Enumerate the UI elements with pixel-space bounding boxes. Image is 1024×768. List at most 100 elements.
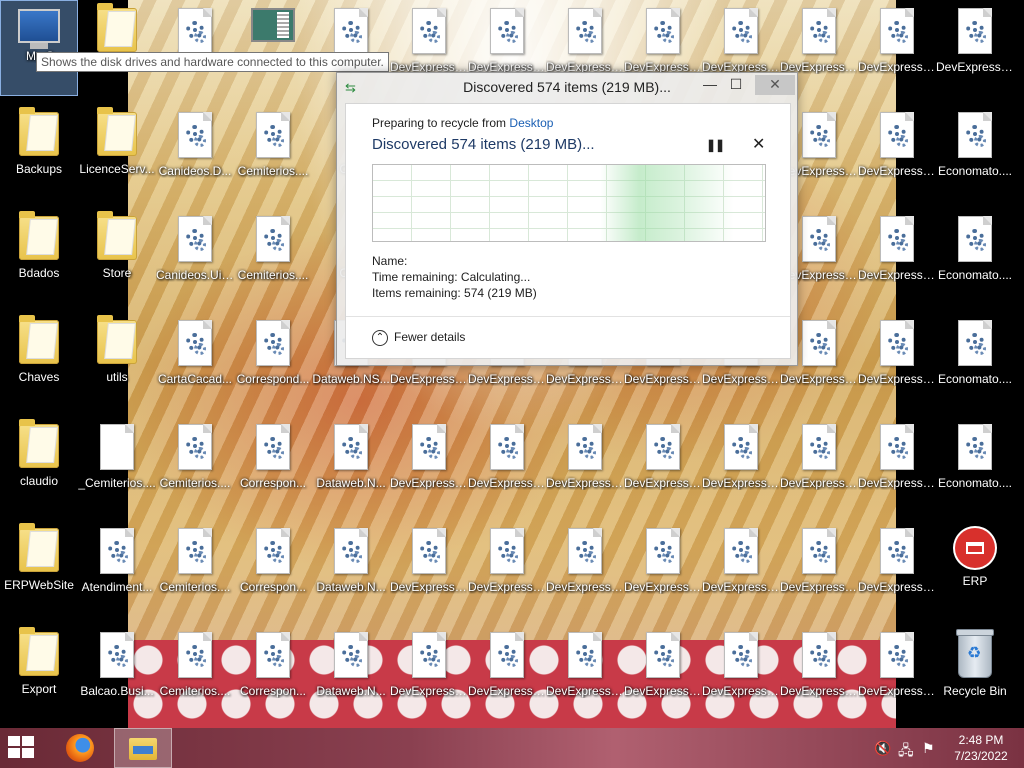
gear-icon <box>974 343 986 355</box>
desktop-icon[interactable]: DevExpress.... <box>858 416 936 512</box>
desktop-icon[interactable]: Atendiment... <box>78 520 156 616</box>
desktop-icon[interactable]: DevExpress.... <box>780 416 858 512</box>
file-explorer-taskbar-button[interactable] <box>114 728 172 768</box>
desktop-icon[interactable]: Canideos.Ui.... <box>156 208 234 304</box>
gear-icon <box>194 343 206 355</box>
desktop-icon[interactable]: DevExpress.... <box>390 520 468 616</box>
desktop-icon[interactable]: Dataweb.N... <box>312 416 390 512</box>
gear-icon <box>740 655 752 667</box>
desktop-icon[interactable] <box>78 0 156 96</box>
desktop-icon[interactable]: DevExpress.... <box>702 520 780 616</box>
recycle-progress-dialog[interactable]: ⇆ Discovered 574 items (219 MB)... — ☐ ✕… <box>336 72 798 366</box>
desktop-icon[interactable]: Chaves <box>0 312 78 408</box>
volume-muted-icon[interactable]: 🔇 <box>874 740 891 757</box>
desktop-icon[interactable]: DevExpress.... <box>468 624 546 720</box>
desktop-icon[interactable]: DevExpress.... <box>936 0 1014 96</box>
desktop-icon[interactable]: My C <box>0 0 78 96</box>
desktop-icon[interactable]: utils <box>78 312 156 408</box>
start-button[interactable] <box>8 736 38 760</box>
desktop-icon-label: DevExpress.... <box>468 476 546 490</box>
desktop-icon[interactable]: DevExpress.... <box>858 208 936 304</box>
desktop-icon[interactable]: DevExpress.... <box>780 624 858 720</box>
pause-button[interactable]: ❚❚ <box>706 138 725 152</box>
fewer-details-button[interactable]: ⌃ Fewer details <box>372 330 465 346</box>
gear-icon <box>116 655 128 667</box>
firefox-taskbar-button[interactable] <box>62 732 98 764</box>
maximize-button[interactable]: ☐ <box>723 75 749 95</box>
desktop-icon[interactable]: claudio <box>0 416 78 512</box>
action-center-flag-icon[interactable]: ⚑ <box>922 740 935 757</box>
folder-icon <box>19 211 59 260</box>
desktop-icon[interactable]: Correspond... <box>234 312 312 408</box>
close-button[interactable]: ✕ <box>755 75 795 95</box>
desktop-icon[interactable]: CartaCacad... <box>156 312 234 408</box>
desktop-icon[interactable]: Correspon... <box>234 520 312 616</box>
desktop-icon[interactable]: Economato.... <box>936 416 1014 512</box>
config-file-icon <box>256 320 290 366</box>
desktop-icon[interactable]: Economato.... <box>936 208 1014 304</box>
desktop-icon[interactable]: DevExpress.... <box>468 416 546 512</box>
desktop-icon[interactable]: DevExpress.... <box>624 624 702 720</box>
gear-icon <box>194 655 206 667</box>
desktop[interactable]: My CDevExpress....DevExpress....DevExpre… <box>0 0 1024 728</box>
desktop-icon[interactable]: Correspon... <box>234 624 312 720</box>
desktop-icon[interactable]: Export <box>0 624 78 720</box>
desktop-icon[interactable]: DevExpress.... <box>858 520 936 616</box>
minimize-button[interactable]: — <box>697 75 723 95</box>
desktop-icon[interactable]: DevExpress.... <box>858 312 936 408</box>
desktop-icon[interactable]: LicenceServ... <box>78 104 156 200</box>
desktop-icon[interactable]: Correspon... <box>234 416 312 512</box>
desktop-icon[interactable]: _Cemiterios.... <box>78 416 156 512</box>
clock[interactable]: 2:48 PM 7/23/2022 <box>946 732 1016 764</box>
desktop-icon-label: DevExpress.... <box>858 476 936 490</box>
desktop-icon-label: Atendiment... <box>81 580 153 594</box>
desktop-icon[interactable]: Cemiterios.... <box>234 104 312 200</box>
config-file-icon <box>256 632 290 678</box>
desktop-icon[interactable]: Cemiterios.... <box>156 520 234 616</box>
config-file-icon <box>880 216 914 262</box>
desktop-icon[interactable]: DevExpress.... <box>780 520 858 616</box>
desktop-icon[interactable] <box>156 0 234 96</box>
gear-icon <box>818 343 830 355</box>
desktop-icon[interactable]: Dataweb.N... <box>312 520 390 616</box>
erp-icon <box>955 528 995 568</box>
desktop-icon[interactable]: Balcao.Busi... <box>78 624 156 720</box>
desktop-icon[interactable]: Store <box>78 208 156 304</box>
desktop-icon[interactable]: DevExpress.... <box>468 520 546 616</box>
desktop-icon[interactable]: DevExpress.... <box>858 0 936 96</box>
desktop-icon[interactable]: Cemiterios.... <box>234 208 312 304</box>
desktop-icon[interactable]: DevExpress.... <box>546 416 624 512</box>
desktop-icon[interactable]: DevExpress.... <box>546 520 624 616</box>
desktop-icon[interactable]: Canideos.D... <box>156 104 234 200</box>
desktop-icon-label: DevExpress.... <box>546 684 624 698</box>
network-icon[interactable]: 🖧 <box>898 740 914 764</box>
desktop-icon[interactable] <box>234 0 312 96</box>
source-location-link[interactable]: Desktop <box>509 116 553 130</box>
config-file-icon <box>880 8 914 54</box>
desktop-icon[interactable]: Dataweb.N... <box>312 624 390 720</box>
desktop-icon[interactable]: DevExpress.... <box>390 624 468 720</box>
desktop-icon-label: DevExpress.... <box>468 684 546 698</box>
divider <box>346 316 790 317</box>
desktop-icon-label: DevExpress.... <box>468 372 546 386</box>
desktop-icon[interactable]: DevExpress.... <box>858 104 936 200</box>
desktop-icon[interactable]: Economato.... <box>936 104 1014 200</box>
desktop-icon[interactable]: ERPWebSite <box>0 520 78 616</box>
desktop-icon[interactable]: Economato.... <box>936 312 1014 408</box>
desktop-icon[interactable]: DevExpress.... <box>390 416 468 512</box>
dialog-titlebar[interactable]: ⇆ Discovered 574 items (219 MB)... — ☐ ✕ <box>337 73 797 101</box>
desktop-icon[interactable]: DevExpress.... <box>702 416 780 512</box>
desktop-icon[interactable]: Cemiterios.... <box>156 416 234 512</box>
desktop-icon[interactable]: ERP <box>936 520 1014 616</box>
desktop-icon[interactable]: DevExpress.... <box>624 416 702 512</box>
desktop-icon[interactable]: DevExpress.... <box>858 624 936 720</box>
desktop-icon[interactable]: Cemiterios.... <box>156 624 234 720</box>
desktop-icon[interactable]: Backups <box>0 104 78 200</box>
cancel-button[interactable]: ✕ <box>752 134 765 154</box>
folder-icon <box>97 107 137 156</box>
desktop-icon[interactable]: Recycle Bin <box>936 624 1014 720</box>
desktop-icon[interactable]: DevExpress.... <box>702 624 780 720</box>
desktop-icon[interactable]: DevExpress.... <box>624 520 702 616</box>
desktop-icon[interactable]: DevExpress.... <box>546 624 624 720</box>
desktop-icon[interactable]: Bdados <box>0 208 78 304</box>
